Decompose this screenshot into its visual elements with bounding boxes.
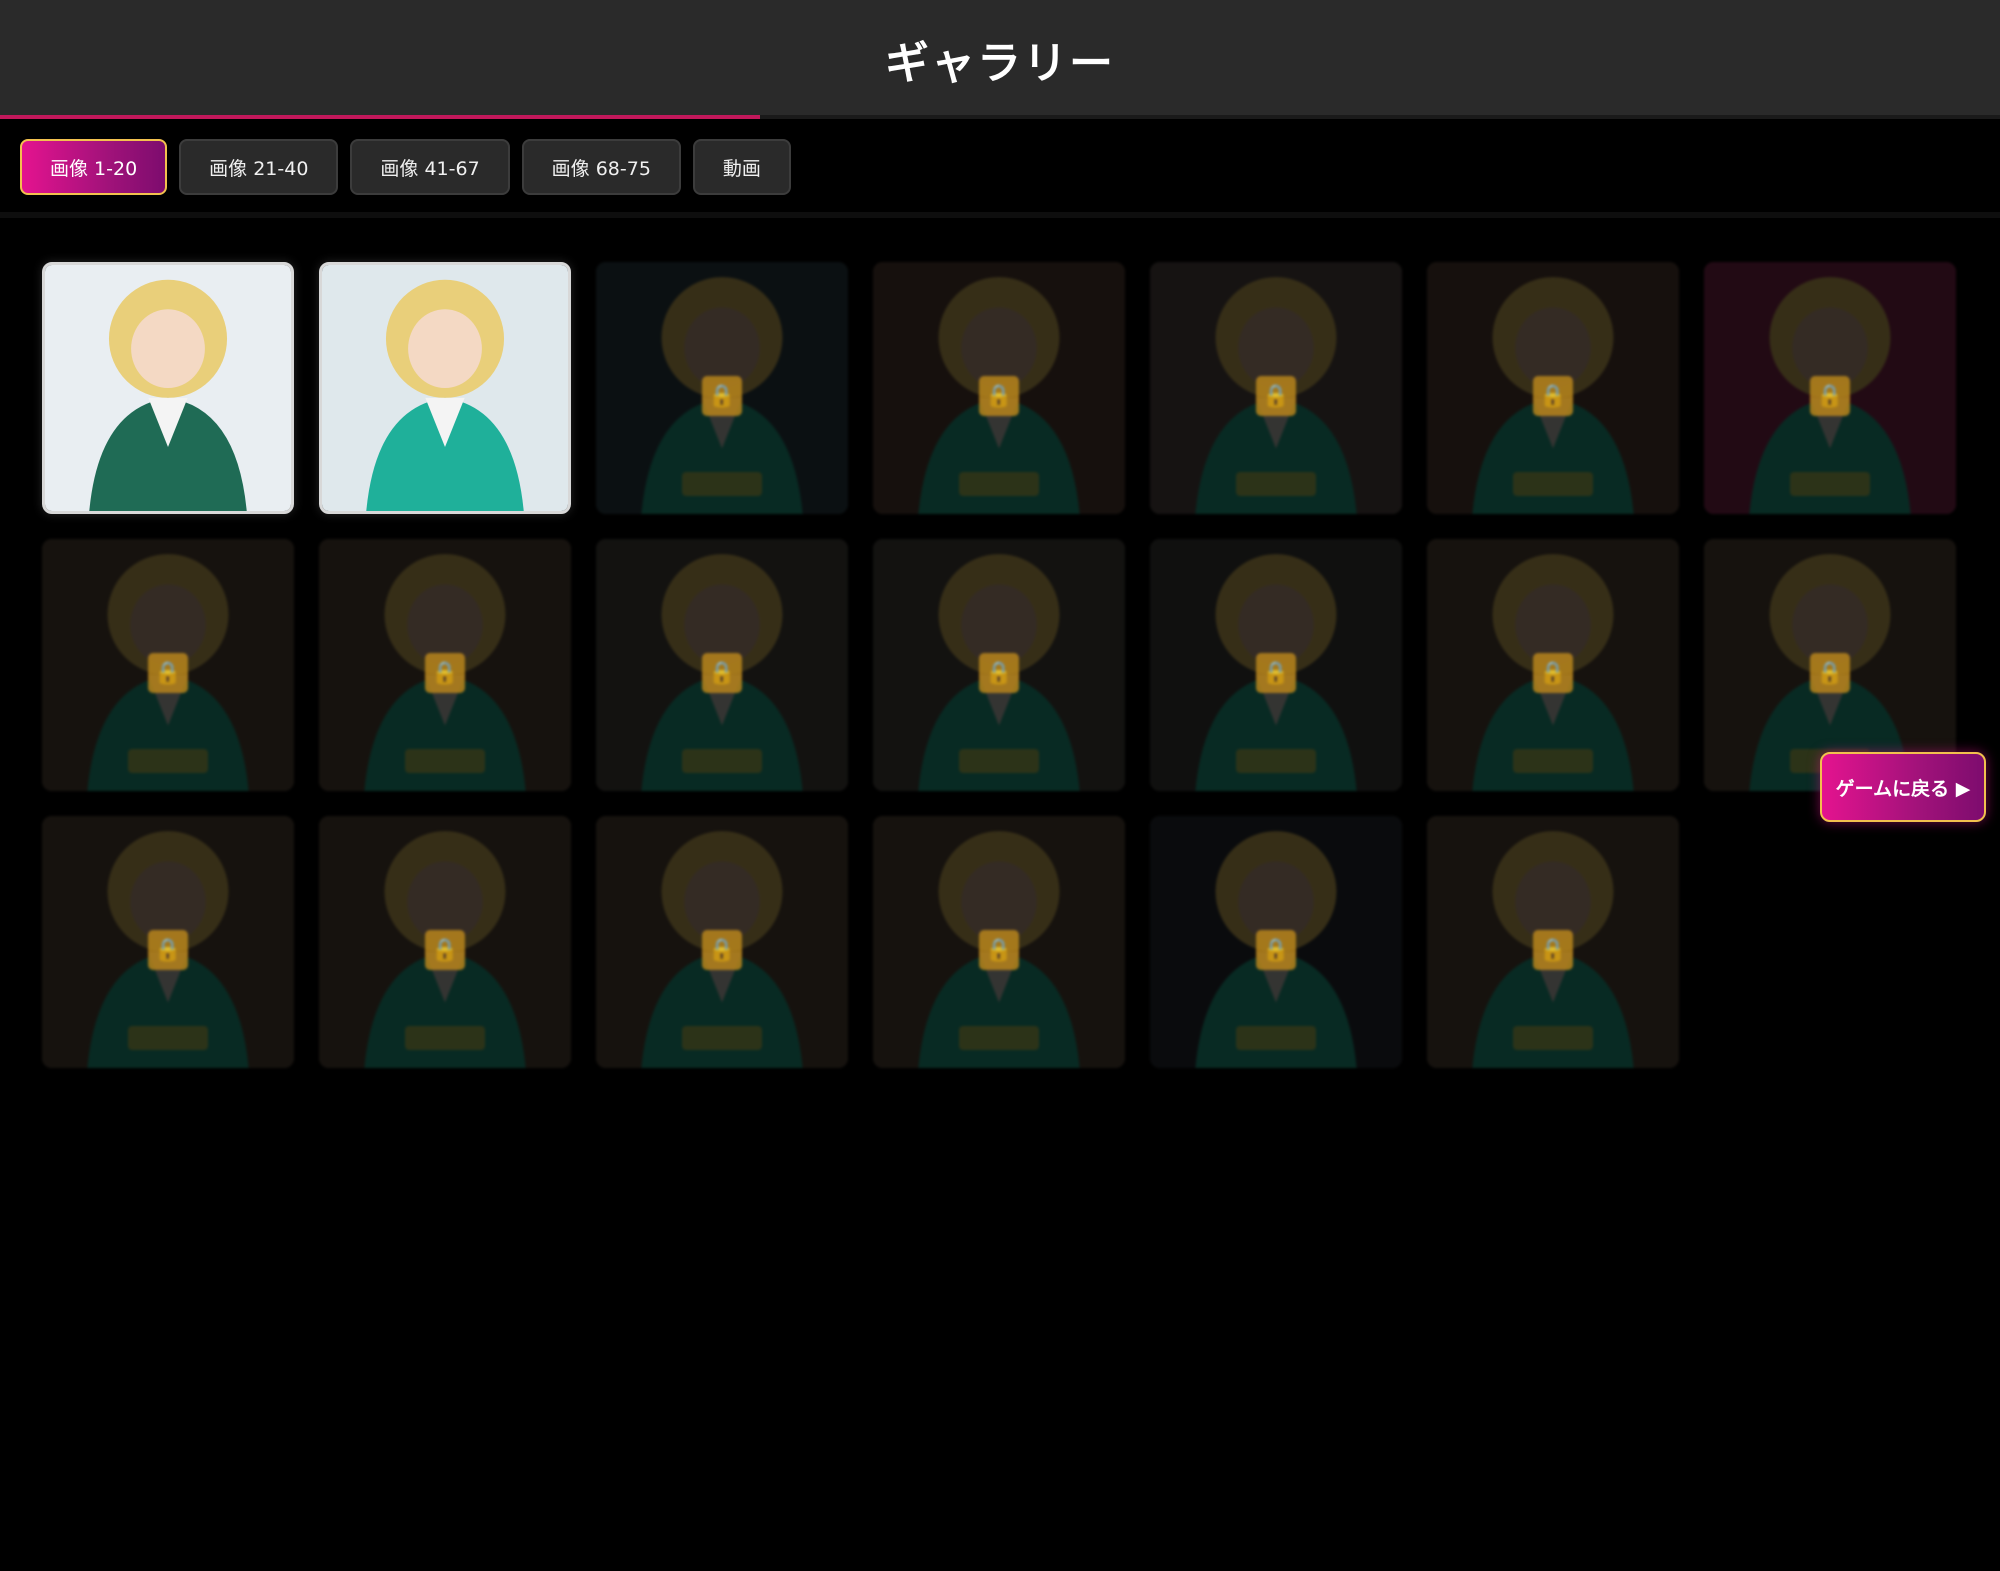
tab-4[interactable]: 画像 68-75 (521, 139, 681, 195)
tabs-divider (0, 212, 2000, 218)
lock-icon: 🔒 (1256, 376, 1296, 416)
gallery-thumb-locked[interactable]: 🔒 (1704, 262, 1956, 514)
gallery-thumb-locked[interactable]: 🔒 (873, 816, 1125, 1068)
locked-badge (1236, 749, 1316, 773)
gallery-thumb-locked[interactable]: 🔒 (596, 262, 848, 514)
lock-icon: 🔒 (425, 930, 465, 970)
unlock-progress-track (0, 115, 2000, 119)
lock-icon: 🔒 (425, 653, 465, 693)
lock-icon: 🔒 (1810, 376, 1850, 416)
locked-badge (1513, 1026, 1593, 1050)
gallery-thumb-locked[interactable]: 🔒 (1427, 539, 1679, 791)
lock-icon: 🔒 (1533, 930, 1573, 970)
lock-icon: 🔒 (1256, 653, 1296, 693)
locked-badge (682, 749, 762, 773)
lock-icon: 🔒 (148, 653, 188, 693)
lock-icon: 🔒 (1810, 653, 1850, 693)
locked-badge (959, 1026, 1039, 1050)
lock-icon: 🔒 (979, 376, 1019, 416)
gallery-thumb-locked[interactable]: 🔒 (42, 816, 294, 1068)
thumbnail-image (45, 265, 291, 511)
header-bar: ギャラリー (0, 0, 2000, 117)
tab-2[interactable]: 画像 21-40 (179, 139, 339, 195)
lock-icon: 🔒 (979, 930, 1019, 970)
gallery-thumb-locked[interactable]: 🔒 (1150, 816, 1402, 1068)
locked-badge (959, 749, 1039, 773)
page-title: ギャラリー (885, 37, 1115, 89)
locked-badge (405, 1026, 485, 1050)
gallery-thumb-locked[interactable]: 🔒 (596, 816, 848, 1068)
thumbnail-image (322, 265, 568, 511)
gallery-thumb-unlocked[interactable] (319, 262, 571, 514)
locked-badge (1513, 472, 1593, 496)
locked-badge (682, 472, 762, 496)
gallery-thumb-locked[interactable]: 🔒 (1427, 262, 1679, 514)
unlock-progress-fill (0, 115, 760, 119)
locked-badge (1236, 1026, 1316, 1050)
locked-badge (1790, 472, 1870, 496)
tab-3[interactable]: 画像 41-67 (350, 139, 510, 195)
gallery-thumb-locked[interactable]: 🔒 (319, 816, 571, 1068)
tab-1[interactable]: 画像 1-20 (20, 139, 168, 195)
gallery-thumb-locked[interactable]: 🔒 (319, 539, 571, 791)
gallery-thumb-locked[interactable]: 🔒 (873, 262, 1125, 514)
lock-icon: 🔒 (148, 930, 188, 970)
lock-icon: 🔒 (1533, 376, 1573, 416)
gallery-thumb-unlocked[interactable] (42, 262, 294, 514)
locked-badge (1236, 472, 1316, 496)
gallery-tabs: 画像 1-20 画像 21-40 画像 41-67 画像 68-75 動画 (20, 139, 791, 195)
lock-icon: 🔒 (1533, 653, 1573, 693)
gallery-thumb-locked[interactable]: 🔒 (873, 539, 1125, 791)
lock-icon: 🔒 (702, 930, 742, 970)
locked-badge (128, 1026, 208, 1050)
gallery-thumb-locked[interactable]: 🔒 (1427, 816, 1679, 1068)
locked-badge (405, 749, 485, 773)
tab-5[interactable]: 動画 (692, 139, 791, 195)
lock-icon: 🔒 (702, 653, 742, 693)
lock-icon: 🔒 (1256, 930, 1296, 970)
locked-badge (1513, 749, 1593, 773)
gallery-thumb-locked[interactable]: 🔒 (1150, 262, 1402, 514)
locked-badge (959, 472, 1039, 496)
lock-icon: 🔒 (702, 376, 742, 416)
gallery-grid: 🔒 🔒 🔒 🔒 🔒 🔒 🔒 🔒 🔒 🔒 🔒 🔒 🔒 🔒 🔒 🔒 🔒 🔒 (42, 262, 1956, 1068)
locked-badge (682, 1026, 762, 1050)
gallery-thumb-locked[interactable]: 🔒 (596, 539, 848, 791)
gallery-thumb-locked[interactable]: 🔒 (42, 539, 294, 791)
locked-badge (128, 749, 208, 773)
lock-icon: 🔒 (979, 653, 1019, 693)
gallery-thumb-locked[interactable]: 🔒 (1150, 539, 1402, 791)
gallery-screen: ギャラリー 画像 1-20 画像 21-40 画像 41-67 画像 68-75 動画 … (0, 0, 2000, 1571)
return-to-game-button[interactable]: ゲームに戻る ▶ (1820, 752, 1986, 822)
